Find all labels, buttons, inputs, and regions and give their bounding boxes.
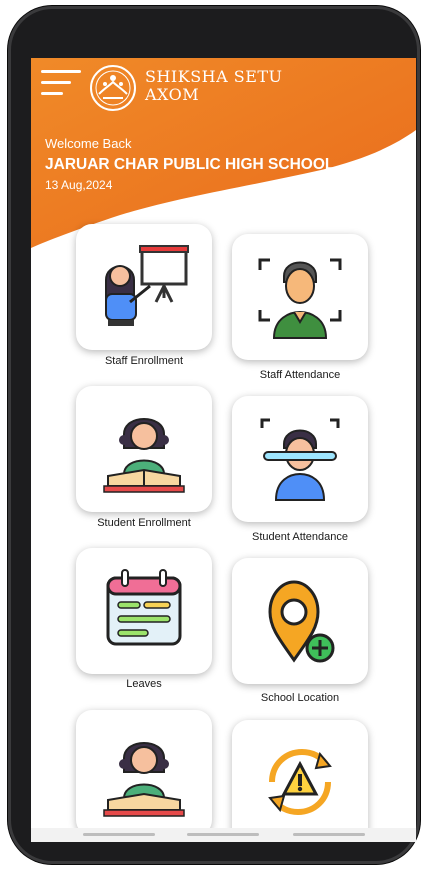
school-location-label: School Location	[260, 692, 340, 704]
student-attendance-tile[interactable]	[232, 396, 368, 522]
student-enrollment-label: Student Enrollment	[97, 517, 191, 529]
staff-enrollment-label: Staff Enrollment	[104, 355, 184, 367]
sync-warning-icon	[268, 748, 332, 816]
location-add-icon	[268, 580, 335, 663]
current-date: 13 Aug,2024	[45, 178, 113, 192]
school-location-tile[interactable]	[232, 558, 368, 684]
student-tile[interactable]	[76, 710, 212, 836]
menu-bar	[41, 92, 63, 95]
menu-button[interactable]	[41, 70, 81, 100]
sync-warning-tile[interactable]	[232, 720, 368, 842]
face-scan-student-icon	[260, 418, 340, 501]
student-attendance-label: Student Attendance	[251, 531, 349, 543]
student-reading-icon	[103, 418, 185, 493]
calendar-icon	[106, 569, 182, 646]
brand-line1: SHIKSHA SETU	[145, 67, 283, 86]
nav-indicator	[187, 833, 259, 836]
student-reading-icon	[103, 742, 185, 817]
staff-attendance-label: Staff Attendance	[259, 369, 341, 381]
leaves-tile[interactable]	[76, 548, 212, 674]
phone-frame: SHIKSHA SETU AXOM Welcome Back JARUAR CH…	[8, 6, 420, 864]
brand-line2: AXOM	[145, 85, 200, 104]
nav-indicator	[83, 833, 155, 836]
teacher-presentation-icon	[105, 245, 189, 326]
staff-attendance-tile[interactable]	[232, 234, 368, 360]
app-screen: SHIKSHA SETU AXOM Welcome Back JARUAR CH…	[31, 58, 416, 842]
school-name: JARUAR CHAR PUBLIC HIGH SCHOOL	[45, 156, 335, 173]
welcome-text: Welcome Back	[45, 136, 132, 151]
menu-bar	[41, 81, 71, 84]
brand-name: SHIKSHA SETU AXOM	[145, 68, 283, 104]
menu-bar	[41, 70, 81, 73]
staff-enrollment-tile[interactable]	[76, 224, 212, 350]
leaves-label: Leaves	[126, 678, 162, 690]
gesture-navigation-bar	[31, 828, 416, 842]
nav-indicator	[293, 833, 365, 836]
student-enrollment-tile[interactable]	[76, 386, 212, 512]
face-scan-icon	[258, 258, 342, 339]
brand-logo	[89, 64, 137, 112]
